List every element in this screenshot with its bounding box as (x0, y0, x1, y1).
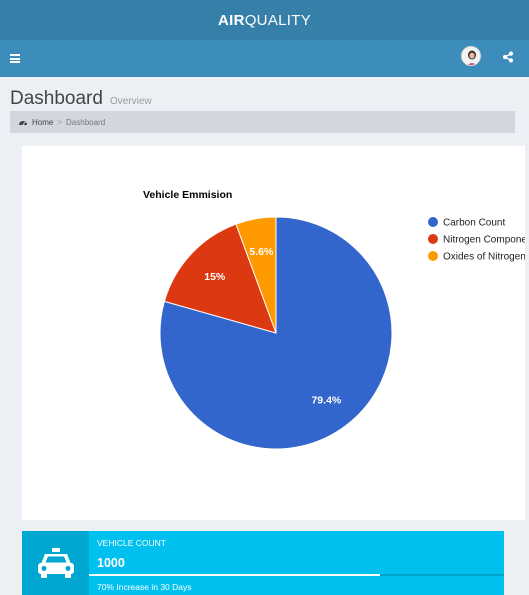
logo-text: QUALITY (244, 11, 312, 29)
hamburger-icon[interactable] (10, 54, 20, 63)
navbar (0, 40, 529, 77)
legend-marker (428, 217, 438, 227)
breadcrumb-separator: > (57, 117, 63, 127)
dashboard-icon (18, 118, 28, 126)
chart-panel: Vehicle Emmision 79.4% 15% 5.6% Carbon Cou… (22, 146, 525, 520)
progress-description: 70% Increase in 30 Days (97, 582, 192, 592)
info-box-content: VEHICLE COUNT 1000 (97, 538, 166, 570)
pie-chart: Vehicle Emmision 79.4% 15% 5.6% Carbon Cou… (143, 189, 525, 450)
vehicle-count-info-box: VEHICLE COUNT 1000 70% Increase in 30 Da… (22, 531, 504, 595)
legend-label[interactable]: Oxides of Nitrogen (443, 252, 525, 263)
app-logo[interactable]: AIR QUALITY (218, 12, 311, 29)
legend-marker (428, 234, 438, 244)
pie-slice-label: 15% (204, 271, 226, 283)
top-header: AIR QUALITY (0, 0, 529, 40)
pie-slices (159, 216, 393, 450)
breadcrumb-home-link[interactable]: Home (32, 118, 53, 127)
pie-slice-label: 5.6% (249, 246, 274, 258)
chart-title: Vehicle Emmision (143, 189, 232, 201)
breadcrumb: Home > Dashboard (10, 111, 515, 133)
page-title: Dashboard (10, 88, 103, 109)
logo-bold-text: AIR (217, 11, 245, 29)
page-subtitle: Overview (109, 96, 152, 107)
legend-label[interactable]: Carbon Count (443, 218, 505, 229)
pie-slice-label: 79.4% (311, 395, 341, 407)
progress-fill (89, 574, 380, 576)
progress-bar (89, 574, 504, 576)
legend-marker (428, 251, 438, 261)
breadcrumb-current: Dashboard (66, 117, 106, 127)
share-icon[interactable] (502, 51, 514, 63)
info-box-label: VEHICLE COUNT (97, 538, 166, 548)
info-icon-box (22, 531, 89, 595)
content-header: Dashboard Overview (10, 88, 152, 110)
taxi-icon (37, 548, 74, 578)
legend-label[interactable]: Nitrogen Component (443, 235, 525, 246)
info-box-number: 1000 (97, 556, 125, 570)
chart-legend: Carbon Count Nitrogen Component Oxides of … (428, 217, 525, 263)
user-avatar[interactable] (461, 46, 481, 66)
